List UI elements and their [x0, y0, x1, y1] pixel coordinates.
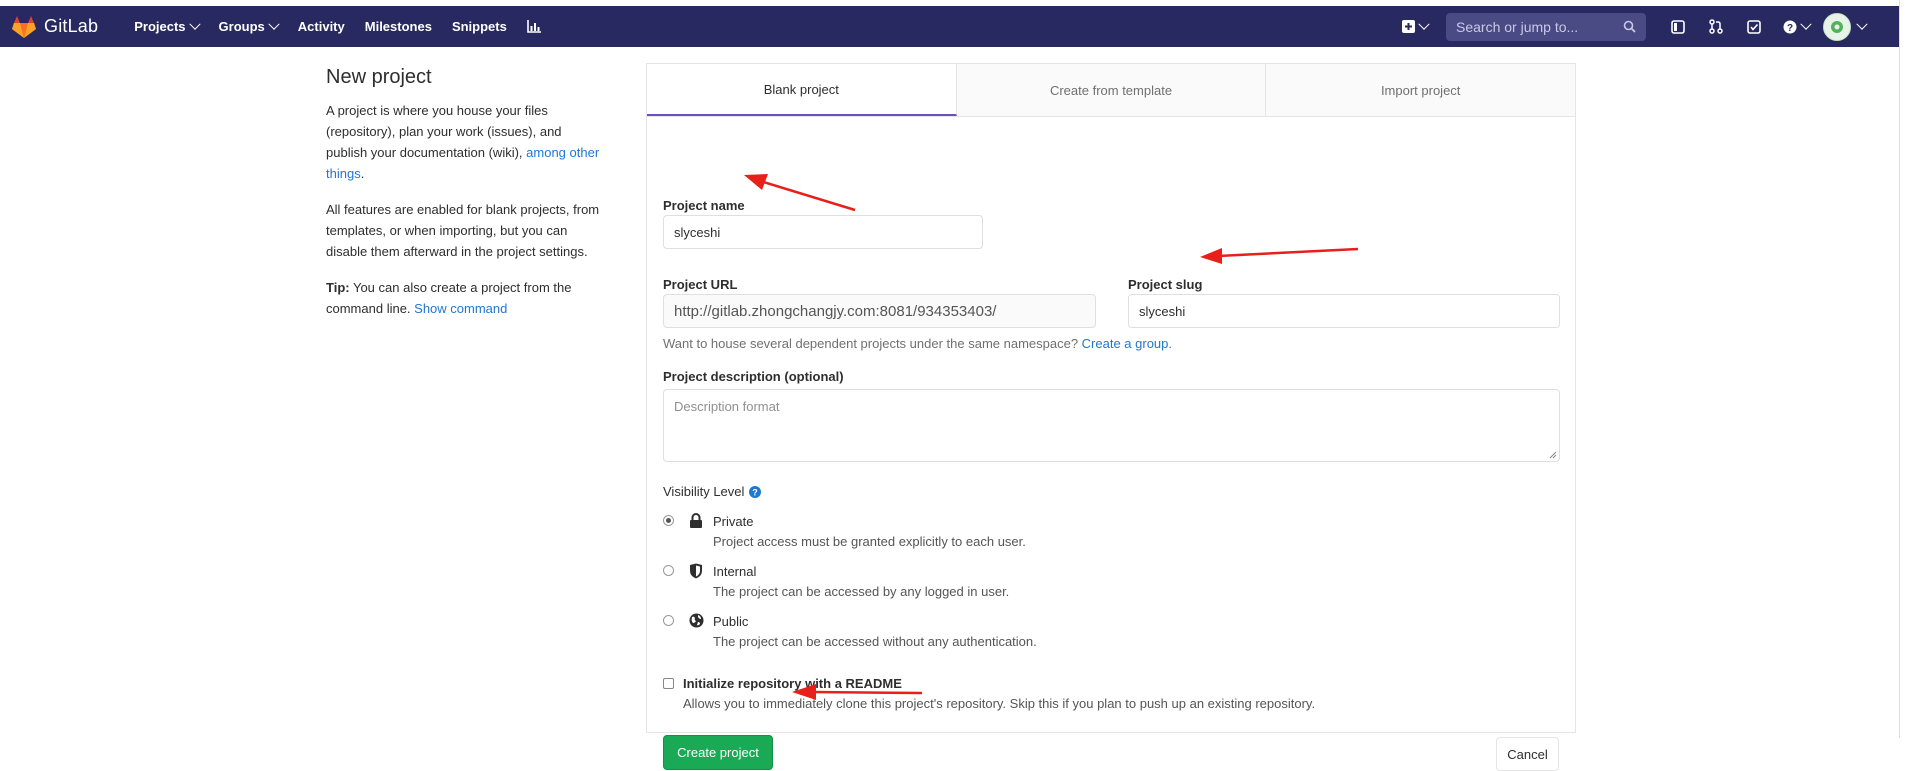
visibility-label: Visibility Level: [663, 484, 745, 499]
radio-private[interactable]: [663, 515, 674, 526]
page-title: New project: [326, 66, 432, 88]
sidebar-icon: [1671, 19, 1685, 34]
readme-label[interactable]: Initialize repository with a README: [683, 676, 902, 691]
project-name-label: Project name: [663, 198, 745, 213]
brand-name: GitLab: [44, 16, 99, 36]
project-url-label: Project URL: [663, 277, 738, 292]
cancel-button[interactable]: Cancel: [1496, 737, 1559, 771]
chevron-down-icon: [1799, 18, 1812, 30]
tip-label: Tip:: [326, 280, 350, 295]
intro-end: .: [360, 166, 365, 181]
tab-import-project[interactable]: Import project: [1266, 64, 1575, 116]
nav-projects-label: Projects: [134, 19, 186, 34]
chevron-down-icon: [268, 18, 280, 30]
radio-public[interactable]: [663, 615, 674, 626]
resize-grip-icon[interactable]: [1549, 451, 1557, 459]
create-group-link[interactable]: Create a group.: [1082, 336, 1172, 351]
avatar: [1822, 12, 1851, 41]
new-dropdown[interactable]: [1396, 11, 1434, 43]
internal-desc: The project can be accessed by any logge…: [713, 584, 1010, 599]
svg-text:?: ?: [753, 487, 759, 497]
lock-icon: [690, 513, 702, 528]
gitlab-logo-icon: [12, 15, 36, 38]
shield-icon: [690, 563, 702, 579]
description-label: Project description (optional): [663, 369, 844, 384]
description-placeholder: Description format: [674, 399, 780, 414]
search-input[interactable]: Search or jump to...: [1446, 12, 1646, 41]
private-title: Private: [713, 514, 754, 529]
gitlab-home-link[interactable]: GitLab: [12, 15, 99, 38]
search-icon: [1623, 20, 1636, 33]
show-command-link[interactable]: Show command: [414, 301, 507, 316]
plus-square-icon: [1402, 20, 1415, 33]
group-help-text: Want to house several dependent projects…: [663, 336, 1172, 351]
private-desc: Project access must be granted explicitl…: [713, 534, 1026, 549]
chevron-down-icon: [1855, 18, 1868, 30]
help-icon: ?: [1783, 20, 1796, 34]
radio-selected-dot: [666, 518, 671, 523]
project-name-input[interactable]: slyceshi: [663, 215, 983, 249]
question-circle-icon[interactable]: ?: [749, 485, 762, 498]
project-slug-label: Project slug: [1128, 277, 1203, 292]
chevron-down-icon: [188, 18, 201, 30]
description-textarea[interactable]: Description format: [663, 389, 1560, 462]
public-desc: The project can be accessed without any …: [713, 634, 1037, 649]
svg-text:?: ?: [1786, 23, 1792, 34]
tab-blank-project[interactable]: Blank project: [647, 64, 957, 116]
new-project-panel: Blank project Create from template Impor…: [646, 63, 1576, 771]
help-dropdown[interactable]: ?: [1776, 11, 1816, 43]
user-dropdown[interactable]: [1822, 11, 1868, 43]
nav-links: Projects Groups Activity Milestones Snip…: [124, 6, 551, 47]
nav-chart[interactable]: [517, 6, 551, 47]
nav-snippets[interactable]: Snippets: [442, 6, 517, 47]
nav-milestones[interactable]: Milestones: [355, 6, 442, 47]
features-paragraph: All features are enabled for blank proje…: [326, 202, 600, 259]
intro-paragraph: A project is where you house your files …: [326, 100, 601, 184]
readme-checkbox[interactable]: [663, 678, 674, 689]
tip-paragraph: Tip: You can also create a project from …: [326, 277, 601, 319]
window-scrollbar[interactable]: [1899, 0, 1918, 738]
readme-desc: Allows you to immediately clone this pro…: [683, 696, 1316, 711]
project-type-tabs: Blank project Create from template Impor…: [647, 64, 1575, 117]
globe-icon: [689, 613, 704, 628]
nav-projects[interactable]: Projects: [124, 6, 208, 47]
new-project-form: Project name slyceshi Project URL http:/…: [663, 116, 1560, 771]
group-help: Want to house several dependent projects…: [663, 336, 1082, 351]
chevron-down-icon: [1418, 18, 1430, 30]
todos-link[interactable]: [1738, 11, 1770, 43]
internal-title: Internal: [713, 564, 757, 579]
nav-groups[interactable]: Groups: [209, 6, 288, 47]
chart-icon: [527, 20, 541, 33]
nav-right: Search or jump to... ?: [1396, 6, 1868, 47]
todo-icon: [1747, 19, 1761, 34]
radio-internal[interactable]: [663, 565, 674, 576]
project-url-field: http://gitlab.zhongchangjy.com:8081/9343…: [663, 294, 1096, 328]
visibility-header: Visibility Level ?: [663, 484, 762, 499]
project-slug-input[interactable]: slyceshi: [1128, 294, 1560, 328]
sidebar-toggle[interactable]: [1662, 11, 1694, 43]
create-project-button[interactable]: Create project: [663, 735, 773, 770]
tab-create-from-template[interactable]: Create from template: [957, 64, 1267, 116]
search-placeholder: Search or jump to...: [1456, 18, 1579, 35]
merge-request-icon: [1709, 19, 1723, 34]
nav-activity[interactable]: Activity: [288, 6, 355, 47]
public-title: Public: [713, 614, 749, 629]
top-navbar: GitLab Projects Groups Activity Mileston…: [0, 6, 1900, 47]
avatar-icon: [1830, 20, 1843, 33]
intro-section: New project A project is where you house…: [326, 60, 601, 334]
merge-requests-link[interactable]: [1700, 11, 1732, 43]
nav-groups-label: Groups: [218, 19, 265, 34]
